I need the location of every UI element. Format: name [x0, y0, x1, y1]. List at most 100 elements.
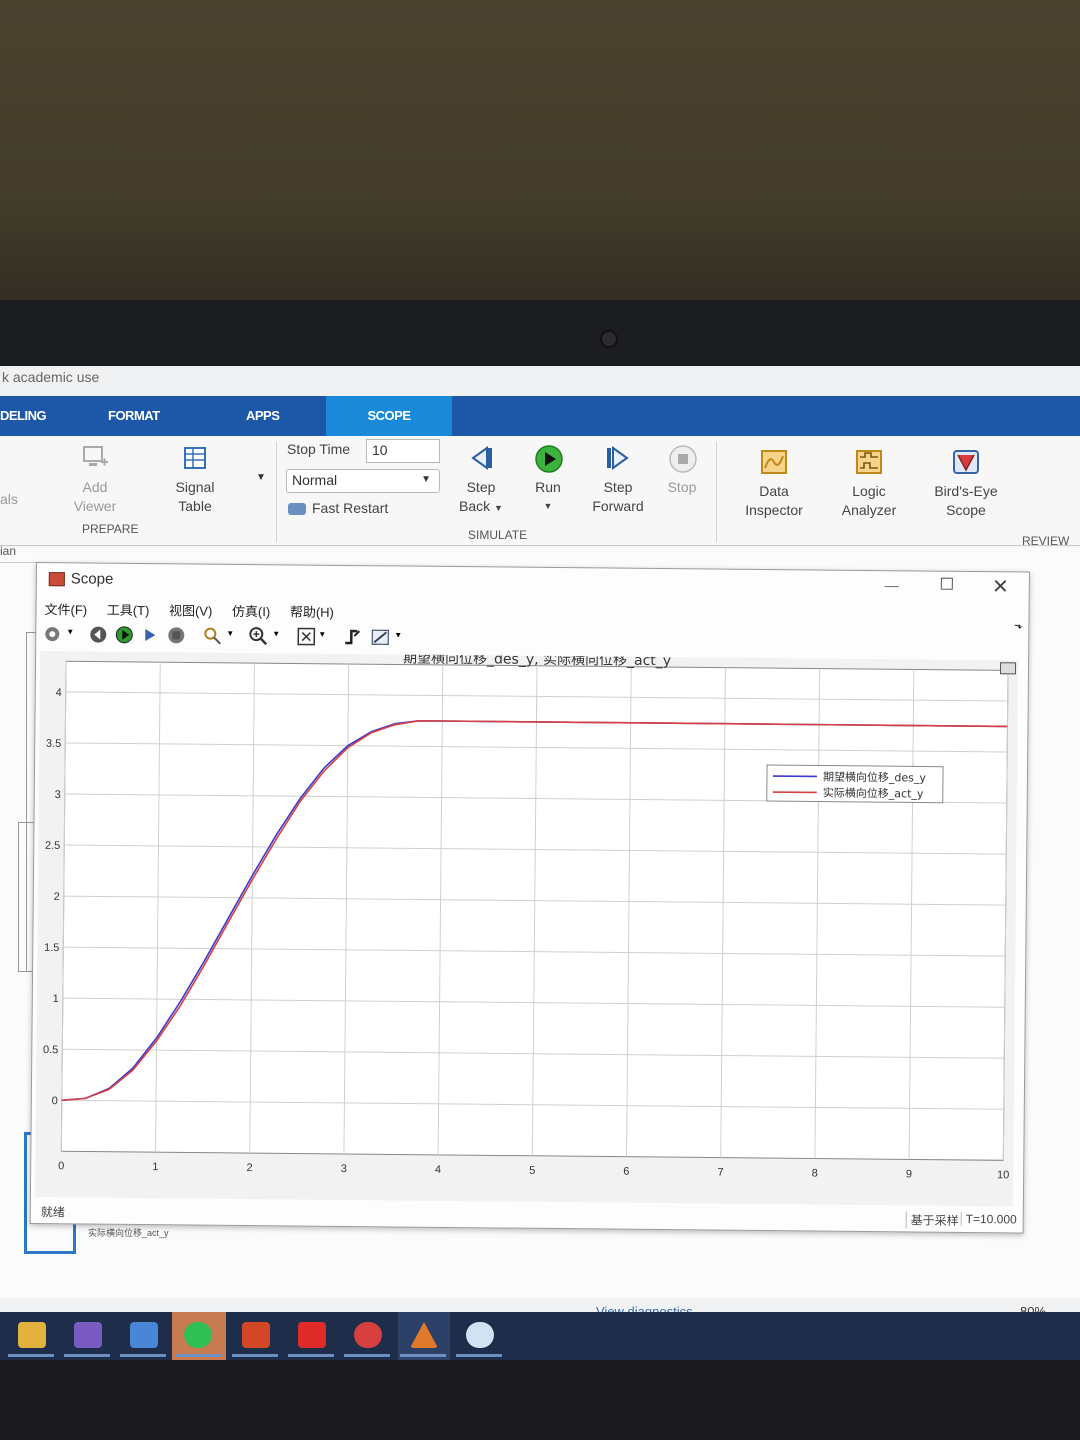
birds-eye-scope-icon — [952, 448, 980, 476]
run-dropdown-icon[interactable]: ▼ — [526, 497, 570, 516]
breadcrumb[interactable]: ian — [0, 544, 16, 558]
step-back-label-1: Step — [466, 479, 496, 495]
car-app-icon[interactable] — [354, 1322, 382, 1348]
zoom-dropdown-icon[interactable]: ▼ — [272, 629, 280, 638]
taskbar-active-indicator — [120, 1354, 166, 1357]
powerpoint-icon[interactable] — [242, 1322, 270, 1348]
x-tick-label: 6 — [623, 1166, 629, 1178]
menu-file[interactable]: 文件(F) — [44, 602, 87, 617]
run-icon — [534, 444, 563, 473]
simulation-mode-select[interactable]: Normal ▼ — [286, 469, 440, 493]
wechat-icon[interactable] — [184, 1322, 212, 1348]
minimize-icon[interactable]: — — [885, 577, 899, 593]
chart-title: 期望横向位移_des_y, 实际横向位移_act_y — [403, 651, 671, 669]
tab-apps[interactable]: APPS — [246, 396, 306, 436]
data-inspector-button[interactable]: Data Inspector — [736, 448, 812, 520]
stop-time-label: Stop Time — [287, 441, 351, 457]
taskbar-active-indicator — [456, 1354, 502, 1357]
monitor-bezel-bottom — [0, 1360, 1080, 1440]
scope-window[interactable]: Scope — ✕ 文件(F) 工具(T) 视图(V) 仿真(I) 帮助(H) … — [29, 562, 1030, 1234]
app-title-bar: k academic use — [0, 366, 1080, 396]
x-tick-label: 7 — [717, 1167, 723, 1179]
legend-label: 实际横向位移_act_y — [823, 786, 924, 801]
triggers-icon[interactable] — [342, 627, 362, 647]
settings-dropdown-icon[interactable]: ▼ — [66, 627, 74, 636]
menu-tools[interactable]: 工具(T) — [107, 603, 150, 618]
data-inspector-label-2: Inspector — [745, 502, 803, 518]
app-title: k academic use — [2, 369, 100, 385]
tab-scope[interactable]: SCOPE — [326, 396, 452, 436]
scope-window-title: Scope — [70, 570, 114, 588]
zoom-in-icon[interactable] — [248, 626, 268, 646]
status-ready: 就绪 — [40, 1205, 65, 1220]
signals-button-partial[interactable]: als — [0, 448, 20, 509]
x-tick-label: 3 — [341, 1163, 347, 1175]
highlight-dropdown-icon[interactable]: ▼ — [226, 629, 234, 638]
taskbar — [0, 1312, 1080, 1362]
video-app-icon[interactable] — [298, 1322, 326, 1348]
legend-label: 期望横向位移_des_y — [823, 770, 927, 785]
prepare-gallery-dropdown-icon[interactable]: ▼ — [256, 472, 266, 483]
autoscale-icon[interactable] — [296, 627, 316, 647]
scope-menu-bar: 文件(F) 工具(T) 视图(V) 仿真(I) 帮助(H) — [44, 599, 350, 621]
file-explorer-icon[interactable] — [18, 1322, 46, 1348]
taskbar-active-indicator — [288, 1354, 334, 1357]
stop-time-input[interactable]: 10 — [366, 439, 440, 463]
ribbon-tabs: DELING FORMAT APPS SCOPE — [0, 396, 1080, 436]
scope-signal-label: 实际横向位移_act_y — [88, 1228, 169, 1238]
taskbar-active-indicator — [8, 1354, 54, 1357]
menu-help[interactable]: 帮助(H) — [290, 604, 334, 619]
add-viewer-label-2: Viewer — [73, 498, 117, 514]
birds-eye-scope-button[interactable]: Bird's-Eye Scope — [926, 448, 1006, 520]
settings-gear-icon[interactable] — [42, 624, 62, 644]
run-icon[interactable] — [114, 625, 134, 645]
taskbar-active-indicator — [176, 1354, 222, 1357]
separator — [716, 442, 717, 542]
step-back-icon — [467, 444, 495, 472]
app-icon[interactable] — [74, 1322, 102, 1348]
run-label: Run — [535, 479, 561, 495]
x-tick-label: 0 — [58, 1160, 64, 1172]
simulation-mode-value: Normal — [292, 472, 338, 488]
highlight-simulink-block-icon[interactable] — [202, 626, 222, 646]
autoscale-dropdown-icon[interactable]: ▼ — [318, 630, 326, 639]
menu-simulation[interactable]: 仿真(I) — [232, 604, 270, 619]
tab-modeling[interactable]: DELING — [0, 396, 80, 436]
fast-restart-toggle[interactable]: Fast Restart — [288, 500, 388, 516]
step-back-dropdown-icon[interactable]: ▼ — [494, 503, 503, 513]
maximize-icon[interactable] — [940, 577, 953, 590]
run-button[interactable]: Run ▼ — [526, 444, 570, 516]
tab-format[interactable]: FORMAT — [108, 396, 188, 436]
axes-maximize-icon[interactable] — [999, 662, 1017, 675]
measurements-dropdown-icon[interactable]: ▼ — [394, 630, 402, 639]
y-tick-label: 1 — [53, 993, 59, 1005]
stop-icon[interactable] — [166, 625, 186, 645]
step-forward-label-1: Step — [603, 479, 633, 495]
x-tick-label: 4 — [435, 1164, 441, 1176]
close-icon[interactable]: ✕ — [992, 574, 1009, 599]
measurements-icon[interactable] — [370, 627, 390, 647]
fast-restart-label: Fast Restart — [312, 500, 389, 516]
network-app-icon[interactable] — [130, 1322, 158, 1348]
add-viewer-button[interactable]: Add Viewer — [60, 444, 130, 516]
x-tick-label: 8 — [812, 1167, 818, 1179]
step-back-icon[interactable] — [88, 625, 108, 645]
step-forward-button[interactable]: Step Forward — [588, 444, 648, 516]
separator — [276, 442, 277, 542]
signal-table-button[interactable]: Signal Table — [162, 444, 228, 516]
menu-view[interactable]: 视图(V) — [169, 603, 212, 618]
stop-button[interactable]: Stop — [660, 444, 704, 497]
scope-chart[interactable]: 0 1 2 3 4 5 6 7 8 9 10 0 0.5 1 1.5 2 2.5 3 3.5 4 期望横向位移_des_… — [35, 651, 1018, 1206]
signal-table-label-1: Signal — [175, 479, 215, 495]
step-back-button[interactable]: Step Back ▼ — [452, 444, 510, 518]
plot-area[interactable]: 0 1 2 3 4 5 6 7 8 9 10 0 0.5 1 1.5 2 2.5 3 3.5 4 期望横向位移_des_… — [34, 651, 1019, 1207]
birds-eye-label-2: Scope — [946, 502, 986, 518]
data-inspector-icon — [760, 448, 788, 476]
signal-table-icon — [181, 444, 209, 472]
logic-analyzer-button[interactable]: Logic Analyzer — [830, 448, 908, 520]
step-forward-icon[interactable] — [140, 625, 160, 645]
flower-app-icon[interactable] — [466, 1322, 494, 1348]
y-tick-label: 1.5 — [44, 942, 59, 954]
taskbar-active-indicator — [232, 1354, 278, 1357]
step-forward-label-2: Forward — [592, 498, 644, 514]
